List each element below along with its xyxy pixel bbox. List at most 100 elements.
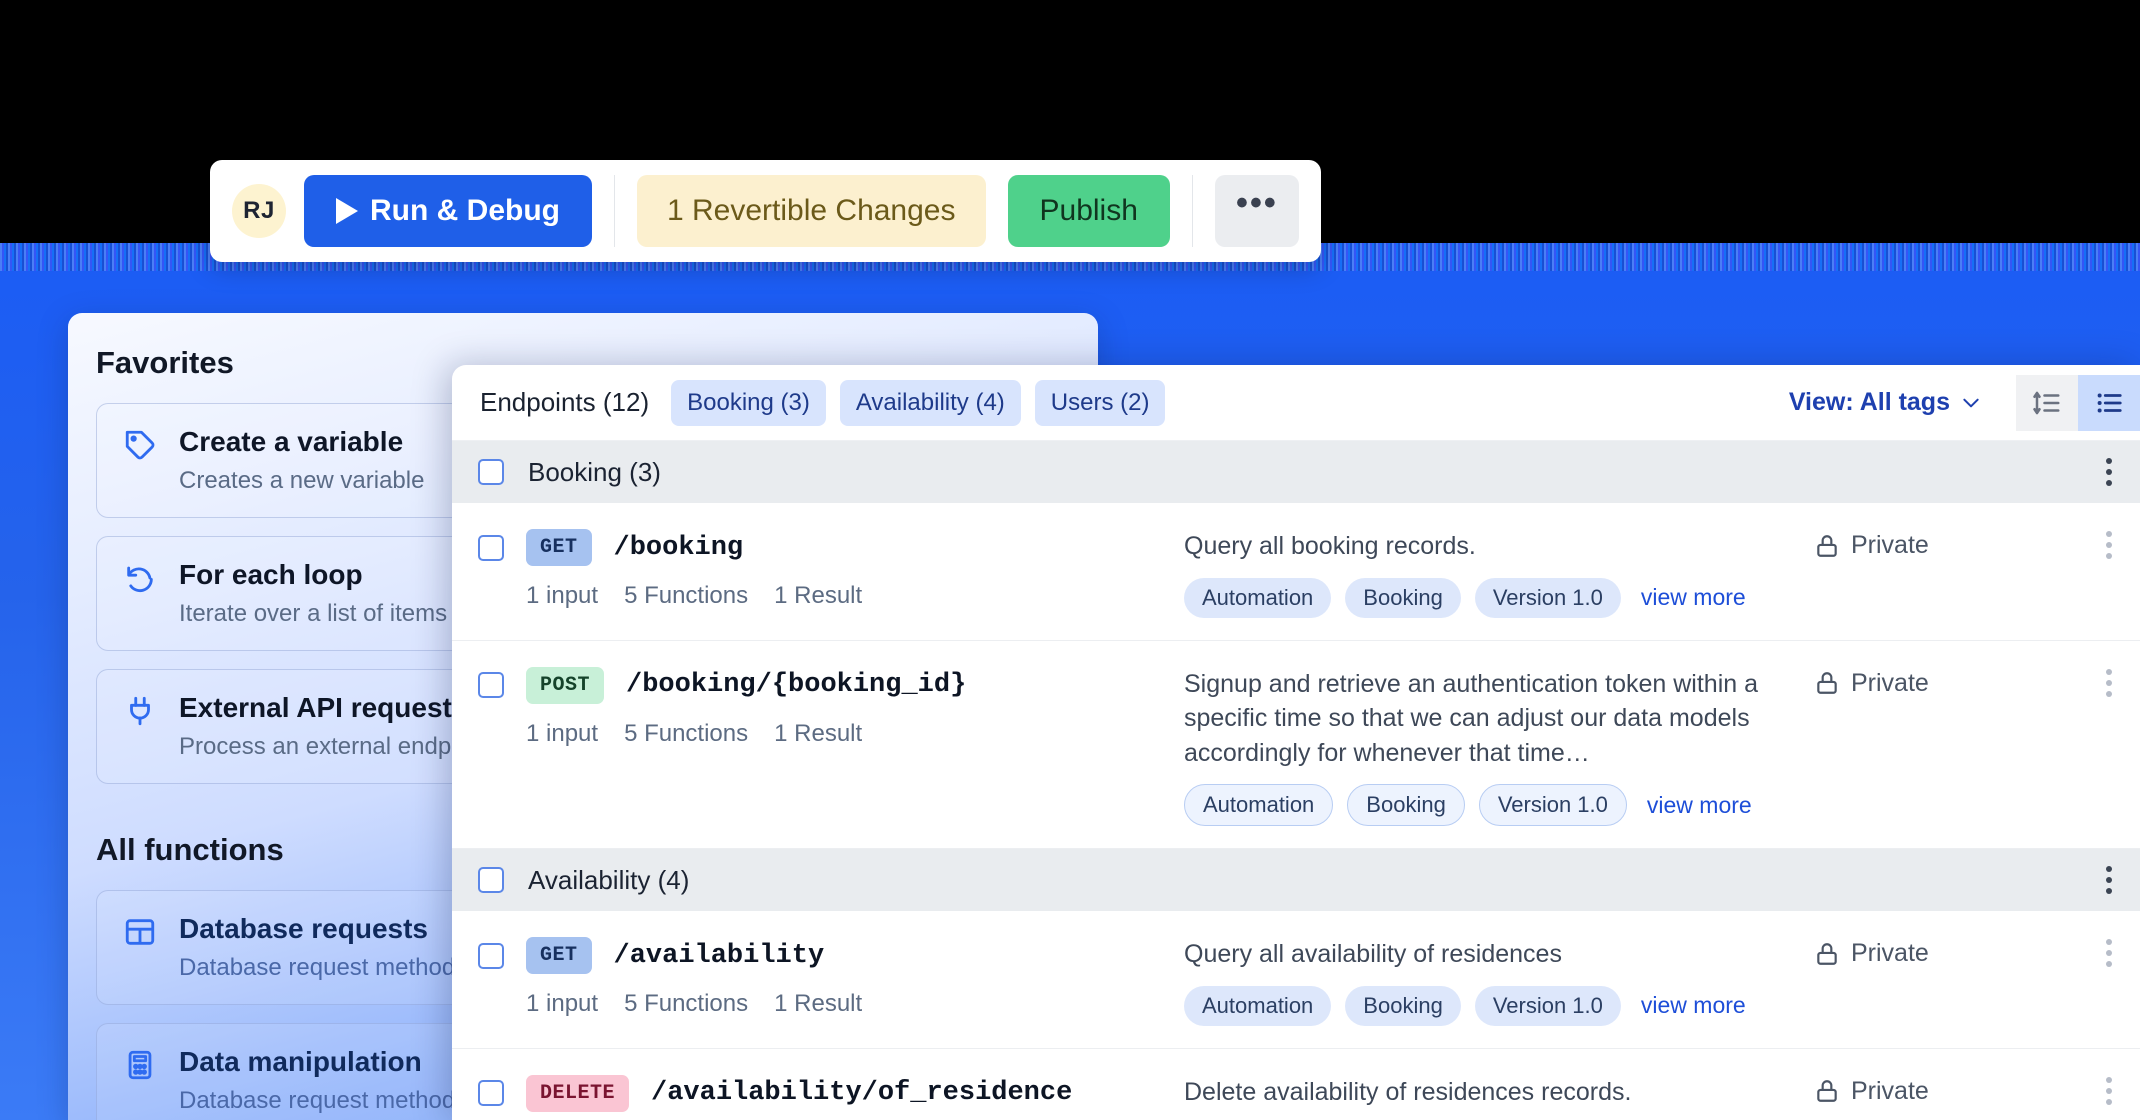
publish-button[interactable]: Publish [1007, 175, 1170, 247]
endpoint-visibility: Private [1814, 1075, 2114, 1120]
status-badge: Private [1814, 531, 1929, 560]
table-row[interactable]: GET /booking 1 input 5 Functions 1 Resul… [452, 503, 2140, 641]
sidebar-item-title: Data manipulation [179, 1046, 422, 1077]
filter-chip-users[interactable]: Users (2) [1034, 379, 1166, 426]
row-checkbox[interactable] [478, 534, 504, 561]
lock-icon [1817, 534, 1837, 557]
toolbar-divider-2 [1191, 175, 1193, 247]
sort-list-icon[interactable] [2016, 374, 2078, 431]
group-checkbox[interactable] [478, 459, 504, 485]
endpoint-visibility: Private [1814, 529, 2114, 618]
filter-chip-availability[interactable]: Availability (4) [839, 379, 1021, 426]
input-count: 1 input [526, 719, 599, 747]
endpoint-identity: DELETE /availability/of_residence 1 inpu… [478, 1074, 1178, 1120]
status-badge: Private [1814, 669, 1929, 698]
tag[interactable]: Automation [1184, 784, 1334, 826]
result-count: 1 Result [774, 990, 863, 1017]
row-more-icon[interactable] [2104, 939, 2114, 967]
app-root: RJ Run & Debug 1 Revertible Changes Publ… [0, 0, 2140, 1120]
row-more-icon[interactable] [2104, 531, 2114, 559]
endpoints-header-actions: View: All tags [1789, 374, 2140, 431]
endpoint-path: /booking/{booking_id} [626, 670, 967, 700]
tag[interactable]: Version 1.0 [1474, 577, 1621, 618]
visibility-label: Private [1851, 1076, 1929, 1105]
filter-chip-booking[interactable]: Booking (3) [671, 379, 826, 426]
row-more-icon[interactable] [2104, 668, 2114, 697]
view-mode-toggle [2016, 374, 2140, 431]
group-more-icon[interactable] [2104, 866, 2114, 894]
endpoint-details: Delete availability of residences record… [1178, 1075, 1814, 1120]
endpoint-details: Query all booking records. Automation Bo… [1178, 529, 1814, 618]
endpoint-description: Query all booking records. [1184, 532, 1476, 560]
toolbar-divider-1 [613, 175, 615, 247]
more-options-button[interactable]: ••• [1214, 175, 1299, 247]
input-count: 1 input [526, 990, 599, 1017]
method-badge: GET [526, 529, 592, 566]
endpoint-tags: Automation Booking Version 1.0 view more [1184, 577, 1814, 618]
sidebar-item-subtitle: Database request methods [179, 1087, 468, 1114]
row-checkbox[interactable] [478, 1080, 504, 1106]
view-more-link[interactable]: view more [1641, 584, 1746, 611]
endpoints-header: Endpoints (12) Booking (3) Availability … [452, 365, 2140, 441]
loop-icon [123, 561, 157, 595]
tag[interactable]: Automation [1184, 577, 1332, 618]
endpoint-path: /availability [613, 940, 825, 971]
play-icon [336, 198, 358, 224]
group-label: Booking (3) [528, 456, 661, 487]
table-row[interactable]: GET /availability 1 input 5 Functions 1 … [452, 911, 2140, 1049]
group-header-booking: Booking (3) [452, 441, 2140, 503]
endpoint-description: Delete availability of residences record… [1184, 1077, 1632, 1106]
function-count: 5 Functions [624, 719, 749, 747]
visibility-label: Private [1851, 939, 1929, 967]
table-row[interactable]: DELETE /availability/of_residence 1 inpu… [452, 1048, 2140, 1120]
function-count: 5 Functions [624, 582, 749, 609]
tag[interactable]: Booking [1345, 577, 1461, 618]
endpoint-path: /booking [613, 532, 744, 563]
endpoint-tags: Automation Booking Version 1.0 view more [1184, 784, 1814, 826]
sidebar-item-title: Database requests [179, 913, 429, 944]
tag[interactable]: Automation [1184, 985, 1332, 1026]
endpoint-visibility: Private [1814, 937, 2114, 1026]
row-checkbox[interactable] [478, 672, 504, 698]
group-more-icon[interactable] [2104, 458, 2114, 486]
endpoint-path: /availability/of_residence [651, 1078, 1073, 1108]
method-badge: GET [526, 937, 592, 974]
visibility-label: Private [1851, 531, 1929, 559]
endpoint-tags: Automation Booking Version 1.0 view more [1184, 985, 1814, 1026]
lock-icon [1817, 942, 1837, 965]
avatar[interactable]: RJ [232, 184, 286, 238]
status-badge: Private [1814, 1077, 1929, 1106]
sidebar-item-subtitle: Creates a new variable [179, 467, 425, 494]
tag[interactable]: Version 1.0 [1474, 985, 1621, 1026]
endpoint-description: Signup and retrieve an authentication to… [1184, 669, 1758, 767]
sidebar-item-subtitle: Iterate over a list of items [179, 600, 448, 627]
endpoints-title: Endpoints (12) [480, 387, 650, 417]
table-icon [123, 915, 157, 949]
result-count: 1 Result [774, 719, 863, 747]
lock-icon [1817, 672, 1837, 694]
function-count: 5 Functions [624, 990, 749, 1017]
tag[interactable]: Version 1.0 [1478, 784, 1627, 826]
run-debug-button[interactable]: Run & Debug [304, 175, 592, 247]
sidebar-item-subtitle: Database request methods [179, 954, 468, 981]
tag[interactable]: Booking [1347, 784, 1465, 826]
view-tags-label: View: All tags [1788, 388, 1950, 416]
sidebar-item-title: External API request [179, 692, 452, 723]
endpoint-identity: POST /booking/{booking_id} 1 input 5 Fun… [478, 666, 1178, 827]
view-tags-dropdown[interactable]: View: All tags [1789, 388, 1980, 417]
input-count: 1 input [526, 582, 599, 609]
view-more-link[interactable]: view more [1647, 792, 1752, 819]
result-count: 1 Result [774, 582, 863, 609]
group-checkbox[interactable] [478, 867, 504, 893]
tag[interactable]: Booking [1345, 985, 1461, 1026]
method-badge: DELETE [526, 1074, 630, 1112]
row-checkbox[interactable] [478, 942, 504, 969]
row-more-icon[interactable] [2104, 1076, 2114, 1105]
view-more-link[interactable]: view more [1641, 992, 1746, 1019]
endpoint-identity: GET /availability 1 input 5 Functions 1 … [478, 937, 1178, 1026]
table-row[interactable]: POST /booking/{booking_id} 1 input 5 Fun… [452, 640, 2140, 849]
tag-icon [123, 428, 157, 462]
list-icon[interactable] [2078, 374, 2140, 431]
endpoint-details: Query all availability of residences Aut… [1178, 937, 1814, 1026]
revertible-changes-button[interactable]: 1 Revertible Changes [636, 175, 986, 247]
